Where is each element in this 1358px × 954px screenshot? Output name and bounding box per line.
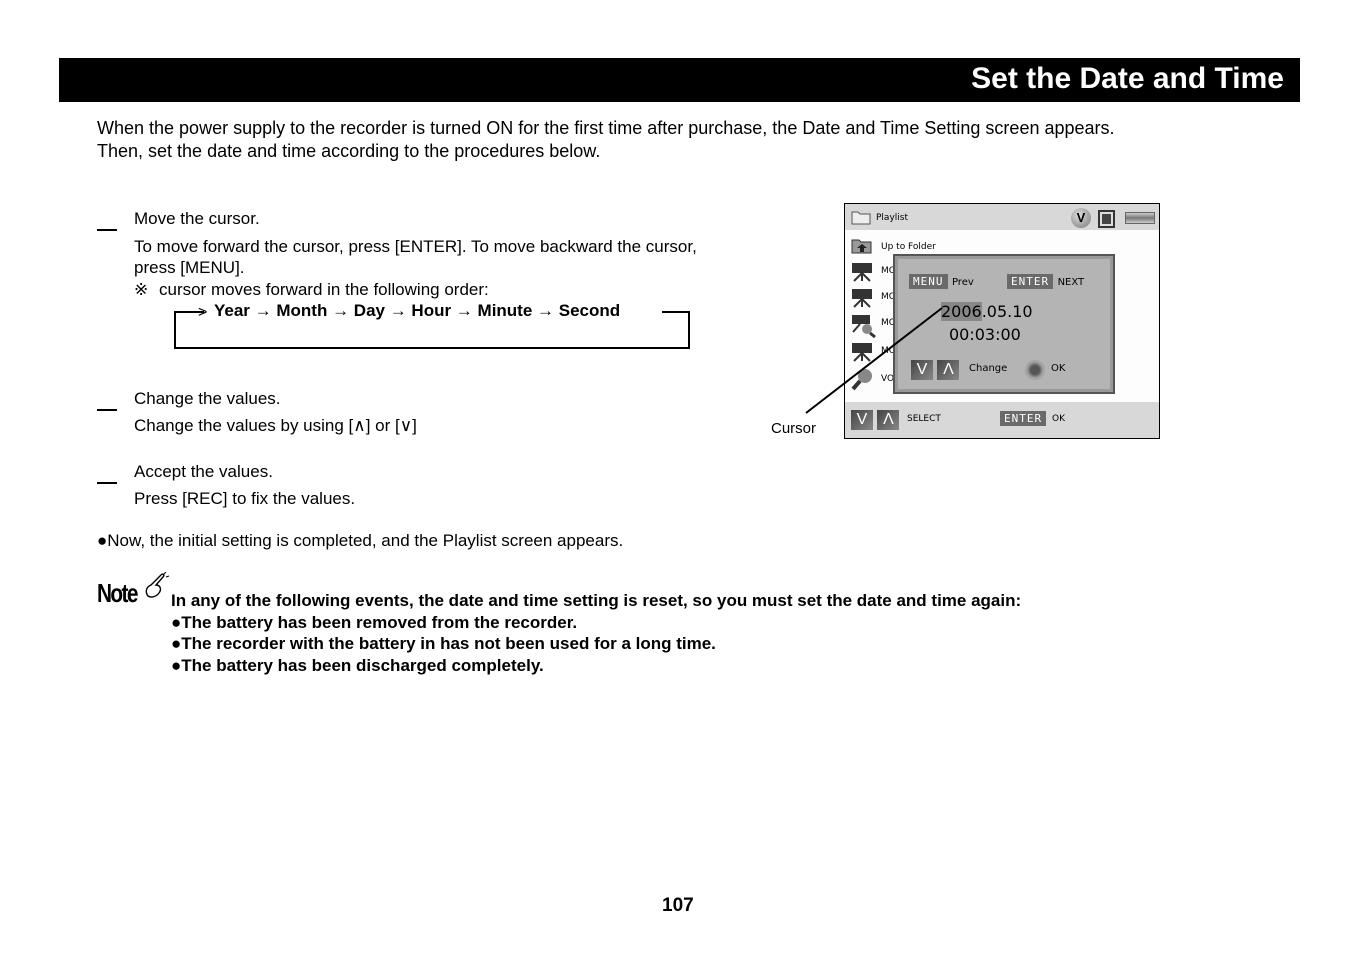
enter-key: ENTER <box>1000 411 1047 426</box>
note-item: ●The recorder with the battery in has no… <box>171 634 716 653</box>
list-item: MO <box>851 262 896 287</box>
cursor-order: Year → Month → Day → Hour → Minute → Sec… <box>214 301 621 320</box>
enter-key: ENTER <box>1007 274 1054 289</box>
list-item-label: Up to Folder <box>881 242 936 252</box>
step-3-body: Press [REC] to fix the values. <box>134 489 356 508</box>
date-value: 2006.05.10 <box>941 302 1033 321</box>
note-item: ●The battery has been discharged complet… <box>171 655 544 675</box>
menu-action: Prev <box>951 277 974 288</box>
title-bar: Set the Date and Time <box>59 58 1300 102</box>
step-2-heading: Change the values. <box>134 389 281 408</box>
menu-prev-hint: MENU Prev <box>909 272 974 290</box>
screen-header: Playlist V <box>845 204 1159 230</box>
note-logo: Note <box>97 578 138 609</box>
list-item: Up to Folder <box>851 236 936 259</box>
step-1-heading: Move the cursor. <box>134 209 260 228</box>
step-2-body: Change the values by using [∧] or [∨] <box>134 416 417 435</box>
note-item: ●The battery has been removed from the r… <box>171 612 578 632</box>
step-marker <box>97 409 117 411</box>
change-label: Change <box>969 363 1008 374</box>
arrow-right-icon: > <box>198 304 208 321</box>
ok-label: OK <box>1051 363 1066 374</box>
ok-button-icon <box>1025 360 1045 380</box>
page-title: Set the Date and Time <box>971 62 1284 95</box>
menu-key: MENU <box>909 274 948 289</box>
note-text: In any of the following events, the date… <box>171 590 1021 676</box>
note-logo-text: Note <box>97 578 138 608</box>
step-marker <box>97 482 117 484</box>
time-value: 00:03:00 <box>949 325 1021 344</box>
movie-camera-icon <box>852 263 872 282</box>
screen-title: Playlist <box>876 213 908 223</box>
select-label: SELECT <box>907 414 941 424</box>
memory-card-icon <box>1098 210 1115 228</box>
step-1-body-line: To move forward the cursor, press [ENTER… <box>134 237 697 256</box>
note-intro: In any of the following events, the date… <box>171 591 1022 610</box>
up-folder-icon <box>851 239 872 254</box>
step-1-note-text: cursor moves forward in the following or… <box>158 280 489 299</box>
completion-text: ●Now, the initial setting is completed, … <box>97 531 624 550</box>
step-3-heading: Accept the values. <box>134 462 273 481</box>
battery-icon <box>1125 212 1155 224</box>
enter-next-hint: ENTER NEXT <box>1007 272 1084 290</box>
date-rest: .05.10 <box>981 302 1033 321</box>
intro-line: When the power supply to the recorder is… <box>97 118 1115 138</box>
pointing-hand-icon <box>145 572 170 598</box>
step-marker <box>97 229 117 231</box>
intro-text: When the power supply to the recorder is… <box>97 117 1115 163</box>
step-1-body-line: press [MENU]. <box>134 258 245 277</box>
reference-mark-icon: ※ <box>134 280 149 299</box>
cursor-callout-label: Cursor <box>771 420 817 437</box>
step-1-note: ※ cursor moves forward in the following … <box>134 280 489 300</box>
intro-line: Then, set the date and time according to… <box>97 141 601 161</box>
page-number: 107 <box>662 895 694 916</box>
folder-icon <box>851 211 871 225</box>
video-mode-badge: V <box>1071 208 1091 228</box>
cursor-callout-line <box>805 307 943 414</box>
ok-label: OK <box>1052 414 1065 424</box>
enter-action: NEXT <box>1057 277 1085 288</box>
step-1-body: To move forward the cursor, press [ENTER… <box>134 236 697 278</box>
